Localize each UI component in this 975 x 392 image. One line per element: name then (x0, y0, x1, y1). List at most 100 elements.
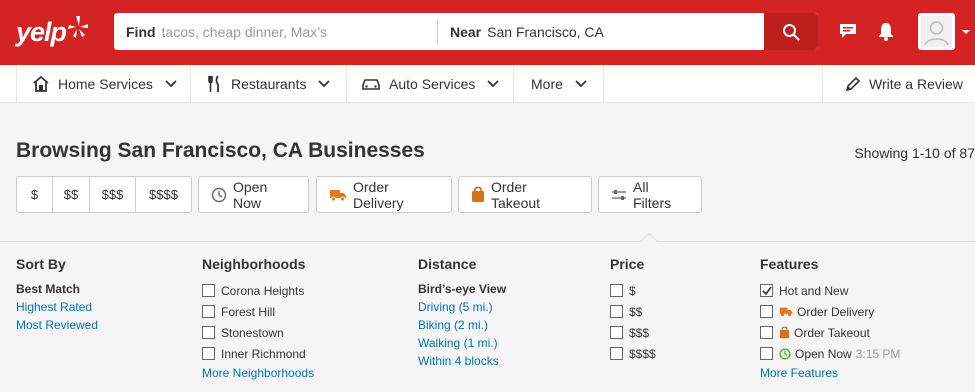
divider (822, 65, 823, 103)
checkbox[interactable] (202, 326, 215, 339)
checkbox[interactable] (610, 284, 623, 297)
neighborhood-checkbox[interactable]: Inner Richmond (202, 343, 314, 364)
house-icon (32, 75, 50, 93)
results-count: Showing 1-10 of 87 (854, 145, 975, 161)
order-takeout-label: Order Takeout (491, 178, 541, 211)
order-delivery-button[interactable]: Order Delivery (316, 176, 452, 213)
order-takeout-button[interactable]: Order Takeout (458, 176, 592, 213)
notifications-button[interactable] (874, 19, 898, 43)
search-icon (783, 23, 800, 41)
all-filters-button[interactable]: All Filters (598, 176, 702, 213)
yelp-logo[interactable]: yelp (16, 14, 89, 50)
divider (16, 65, 17, 103)
sliders-icon (611, 189, 627, 201)
distance-selected: Bird’s-eye View (418, 282, 507, 296)
distance-column: Distance Bird’s-eye View Driving (5 mi.)… (418, 256, 506, 370)
checkbox-label: Corona Heights (221, 283, 305, 298)
price-button[interactable]: $$ (53, 177, 90, 212)
features-heading: Features (760, 256, 819, 272)
divider (346, 65, 347, 103)
feature-checkbox[interactable]: Order Takeout (760, 322, 900, 343)
distance-option[interactable]: Walking (1 mi.) (418, 334, 506, 352)
page-title: Browsing San Francisco, CA Businesses (16, 139, 425, 162)
takeout-bag-icon (779, 326, 790, 339)
price-checkbox[interactable]: $$$ (610, 322, 656, 343)
fork-knife-icon (207, 75, 223, 93)
checkbox-label: Inner Richmond (221, 346, 306, 361)
checkbox-label: $$$$ (629, 346, 656, 361)
feature-checkbox[interactable]: Order Delivery (760, 301, 900, 322)
more-neighborhoods-link[interactable]: More Neighborhoods (202, 366, 314, 380)
price-checkbox[interactable]: $$$$ (610, 343, 656, 364)
nav-home-services[interactable]: Home Services (32, 65, 177, 103)
user-avatar-button[interactable] (918, 13, 955, 50)
price-button-group: $ $$ $$$ $$$$ (16, 176, 192, 213)
find-placeholder: tacos, cheap dinner, Max’s (161, 23, 328, 40)
checkbox[interactable] (202, 284, 215, 297)
checkbox[interactable] (760, 347, 773, 360)
checkbox-label: $ (629, 283, 636, 298)
feature-checkbox[interactable]: Open Now 3:15 PM (760, 343, 900, 364)
chevron-down-icon (165, 80, 177, 88)
chat-icon (840, 24, 856, 38)
yelp-burst-icon (68, 16, 89, 38)
open-now-button[interactable]: Open Now (198, 176, 309, 213)
clock-icon (779, 347, 791, 360)
checkbox[interactable] (760, 326, 773, 339)
sort-by-heading: Sort By (16, 256, 66, 272)
messages-button[interactable] (836, 19, 860, 43)
price-heading: Price (610, 256, 645, 272)
nav-label: Auto Services (389, 76, 476, 92)
price-checkbox[interactable]: $ (610, 280, 656, 301)
more-features-link[interactable]: More Features (760, 366, 900, 380)
checkbox-label: Open Now (795, 346, 852, 361)
delivery-truck-icon (329, 188, 347, 202)
checkbox[interactable] (760, 305, 773, 318)
checkmark-icon (761, 286, 772, 295)
near-field[interactable]: Near San Francisco, CA (438, 13, 764, 50)
search-button[interactable] (764, 13, 818, 50)
checkbox[interactable] (610, 347, 623, 360)
checkbox[interactable] (610, 326, 623, 339)
checkbox[interactable] (202, 347, 215, 360)
find-label: Find (126, 23, 156, 40)
top-header: yelp Find tacos, cheap dinner, Max’s Nea… (0, 0, 975, 65)
nav-auto-services[interactable]: Auto Services (361, 65, 500, 103)
price-button[interactable]: $ (17, 177, 53, 212)
divider (513, 65, 514, 103)
checkbox[interactable] (610, 305, 623, 318)
sort-by-column: Sort By Best Match Highest Rated Most Re… (16, 256, 98, 334)
nav-label: Home Services (58, 76, 153, 92)
sort-option[interactable]: Highest Rated (16, 298, 98, 316)
distance-option[interactable]: Biking (2 mi.) (418, 316, 506, 334)
write-review-label: Write a Review (869, 76, 963, 92)
find-field[interactable]: Find tacos, cheap dinner, Max’s (114, 19, 438, 44)
sort-option[interactable]: Most Reviewed (16, 316, 98, 334)
category-nav: Home Services Restaurants Auto Services (0, 65, 975, 103)
nav-restaurants[interactable]: Restaurants (207, 65, 331, 103)
feature-checkbox[interactable]: Hot and New (760, 280, 900, 301)
neighborhood-checkbox[interactable]: Forest Hill (202, 301, 314, 322)
checkbox-label: Hot and New (779, 283, 849, 298)
all-filters-label: All Filters (633, 178, 672, 211)
divider (603, 65, 604, 103)
distance-option[interactable]: Driving (5 mi.) (418, 298, 506, 316)
pencil-icon (845, 76, 861, 92)
neighborhood-checkbox[interactable]: Corona Heights (202, 280, 314, 301)
avatar-caret-icon[interactable] (962, 30, 970, 34)
delivery-truck-icon (779, 306, 793, 317)
bell-icon (879, 23, 893, 41)
order-delivery-label: Order Delivery (353, 178, 404, 211)
price-checkbox[interactable]: $$ (610, 301, 656, 322)
checkbox-label: Order Takeout (794, 325, 870, 340)
price-button[interactable]: $$$$ (136, 177, 191, 212)
nav-more[interactable]: More (531, 65, 587, 103)
checkbox-label: $$$ (629, 325, 650, 340)
checkbox[interactable] (202, 305, 215, 318)
checkbox-checked[interactable] (760, 284, 773, 297)
distance-option[interactable]: Within 4 blocks (418, 352, 506, 370)
write-review-link[interactable]: Write a Review (845, 65, 963, 103)
neighborhood-checkbox[interactable]: Stonestown (202, 322, 314, 343)
open-now-label: Open Now (233, 178, 268, 211)
price-button[interactable]: $$$ (90, 177, 136, 212)
